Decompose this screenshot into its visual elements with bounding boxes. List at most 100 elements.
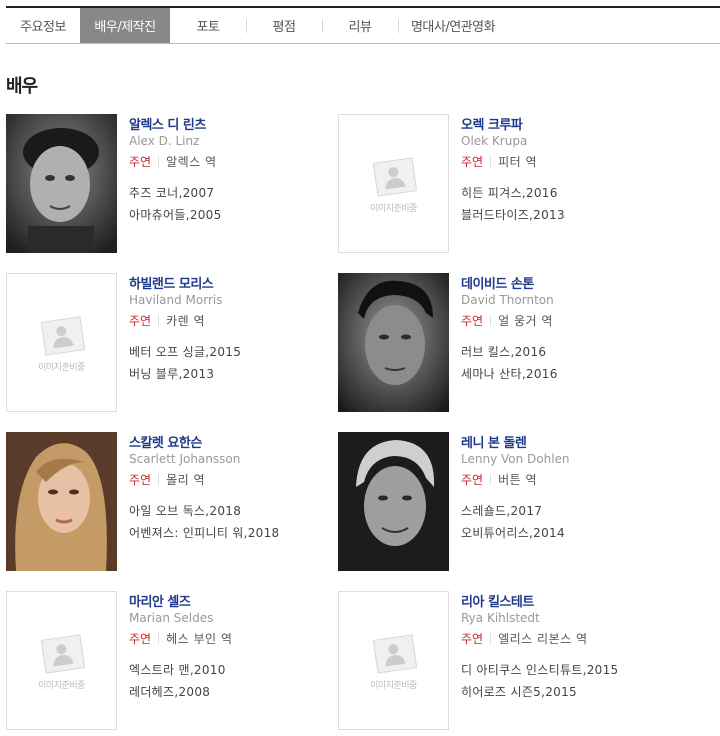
placeholder-person-icon [372, 157, 418, 197]
tab-cast-crew[interactable]: 배우/제작진 [80, 8, 170, 43]
placeholder-text: 이미지준비중 [38, 363, 85, 373]
actor-photo[interactable] [6, 432, 117, 571]
filmography-item[interactable]: 아마츄어들,2005 [129, 206, 222, 223]
tab-quotes-related[interactable]: 명대사/연관영화 [398, 8, 508, 43]
filmography-item[interactable]: 히든 피겨스,2016 [461, 184, 558, 201]
actor-name[interactable]: 오렉 크루파 [461, 114, 523, 133]
tab-review[interactable]: 리뷰 [322, 8, 398, 43]
divider [490, 633, 492, 644]
divider [158, 474, 160, 485]
placeholder-person-icon [40, 316, 86, 356]
filmography-item[interactable]: 추즈 코너,2007 [129, 184, 214, 201]
role-name: 엘리스 리본스 역 [498, 632, 588, 646]
role-row: 주연 버튼 역 [461, 471, 537, 488]
divider [490, 474, 492, 485]
role-name: 카렌 역 [166, 314, 206, 328]
actor-card: 이미지준비중 리아 킬스테트 Rya Kihlstedt 주연 엘리스 리본스 … [338, 591, 678, 731]
divider [158, 315, 160, 326]
role-name: 얼 웅거 역 [498, 314, 553, 328]
section-title-cast: 배우 [6, 76, 38, 97]
actor-name[interactable]: 레니 본 돌렌 [461, 432, 527, 451]
actor-name-en: Alex D. Linz [129, 134, 200, 148]
role-row: 주연 얼 웅거 역 [461, 312, 553, 329]
actor-photo[interactable] [338, 432, 449, 571]
role-name: 피터 역 [498, 155, 538, 169]
role-type: 주연 [461, 155, 484, 169]
role-name: 알렉스 역 [166, 155, 217, 169]
actor-photo[interactable] [338, 273, 449, 412]
filmography-item[interactable]: 블러드타이즈,2013 [461, 206, 565, 223]
actor-name-en: Scarlett Johansson [129, 452, 241, 466]
actor-card: 스칼렛 요한슨 Scarlett Johansson 주연 몰리 역 아일 오브… [6, 432, 346, 572]
actor-name[interactable]: 리아 킬스테트 [461, 591, 534, 610]
filmography-item[interactable]: 러브 킬스,2016 [461, 343, 546, 360]
photo-placeholder[interactable]: 이미지준비중 [6, 591, 117, 730]
actor-name[interactable]: 하빌랜드 모리스 [129, 273, 214, 292]
filmography-item[interactable]: 스레숄드,2017 [461, 502, 542, 519]
tab-photo[interactable]: 포토 [170, 8, 246, 43]
divider [158, 633, 160, 644]
actor-name-en: Lenny Von Dohlen [461, 452, 570, 466]
role-type: 주연 [129, 473, 152, 487]
divider [158, 156, 160, 167]
tab-rating[interactable]: 평점 [246, 8, 322, 43]
role-row: 주연 알렉스 역 [129, 153, 217, 170]
filmography-item[interactable]: 오비튜어리스,2014 [461, 524, 565, 541]
actor-name-en: Haviland Morris [129, 293, 223, 307]
placeholder-text: 이미지준비중 [38, 681, 85, 691]
role-type: 주연 [461, 473, 484, 487]
role-name: 몰리 역 [166, 473, 206, 487]
actor-card: 이미지준비중 하빌랜드 모리스 Haviland Morris 주연 카렌 역 … [6, 273, 346, 413]
actor-name[interactable]: 데이비드 손톤 [461, 273, 534, 292]
filmography-item[interactable]: 세마나 산타,2016 [461, 365, 558, 382]
actor-card: 데이비드 손톤 David Thornton 주연 얼 웅거 역 러브 킬스,2… [338, 273, 678, 413]
actor-photo-image [338, 273, 449, 412]
role-type: 주연 [129, 155, 152, 169]
filmography-item[interactable]: 레더헤즈,2008 [129, 683, 210, 700]
role-type: 주연 [461, 314, 484, 328]
filmography-item[interactable]: 아일 오브 독스,2018 [129, 502, 241, 519]
role-type: 주연 [129, 314, 152, 328]
filmography-item[interactable]: 히어로즈 시즌5,2015 [461, 683, 577, 700]
actor-card: 이미지준비중 오렉 크루파 Olek Krupa 주연 피터 역 히든 피겨스,… [338, 114, 678, 254]
role-type: 주연 [461, 632, 484, 646]
divider [490, 156, 492, 167]
filmography-item[interactable]: 버닝 블루,2013 [129, 365, 214, 382]
filmography-item[interactable]: 디 아티쿠스 인스티튜트,2015 [461, 661, 618, 678]
role-row: 주연 몰리 역 [129, 471, 205, 488]
actor-photo[interactable] [6, 114, 117, 253]
placeholder-person-icon [40, 634, 86, 674]
actor-photo-image [6, 114, 117, 253]
divider [490, 315, 492, 326]
role-name: 버튼 역 [498, 473, 538, 487]
actor-name[interactable]: 마리안 셀즈 [129, 591, 191, 610]
photo-placeholder[interactable]: 이미지준비중 [338, 114, 449, 253]
tab-bar: 주요정보 배우/제작진 포토 평점 리뷰 명대사/연관영화 [6, 6, 720, 44]
role-row: 주연 카렌 역 [129, 312, 205, 329]
actor-card: 레니 본 돌렌 Lenny Von Dohlen 주연 버튼 역 스레숄드,20… [338, 432, 678, 572]
photo-placeholder[interactable]: 이미지준비중 [338, 591, 449, 730]
actor-name[interactable]: 스칼렛 요한슨 [129, 432, 202, 451]
tab-main-info[interactable]: 주요정보 [6, 8, 80, 43]
photo-placeholder[interactable]: 이미지준비중 [6, 273, 117, 412]
role-row: 주연 피터 역 [461, 153, 537, 170]
actor-name-en: Olek Krupa [461, 134, 528, 148]
placeholder-person-icon [372, 634, 418, 674]
placeholder-text: 이미지준비중 [370, 204, 417, 214]
filmography-item[interactable]: 어벤져스: 인피니티 워,2018 [129, 524, 280, 541]
role-name: 헤스 부인 역 [166, 632, 233, 646]
actor-card: 이미지준비중 마리안 셀즈 Marian Seldes 주연 헤스 부인 역 엑… [6, 591, 346, 731]
role-row: 주연 엘리스 리본스 역 [461, 630, 588, 647]
actor-name-en: Marian Seldes [129, 611, 214, 625]
role-type: 주연 [129, 632, 152, 646]
actor-photo-image [6, 432, 117, 571]
actor-photo-image [338, 432, 449, 571]
role-row: 주연 헤스 부인 역 [129, 630, 232, 647]
actor-name-en: Rya Kihlstedt [461, 611, 540, 625]
actor-name[interactable]: 알렉스 디 린츠 [129, 114, 206, 133]
filmography-item[interactable]: 베터 오프 싱글,2015 [129, 343, 241, 360]
actor-card: 알렉스 디 린츠 Alex D. Linz 주연 알렉스 역 추즈 코너,200… [6, 114, 346, 254]
actor-name-en: David Thornton [461, 293, 554, 307]
placeholder-text: 이미지준비중 [370, 681, 417, 691]
filmography-item[interactable]: 엑스트라 맨,2010 [129, 661, 226, 678]
